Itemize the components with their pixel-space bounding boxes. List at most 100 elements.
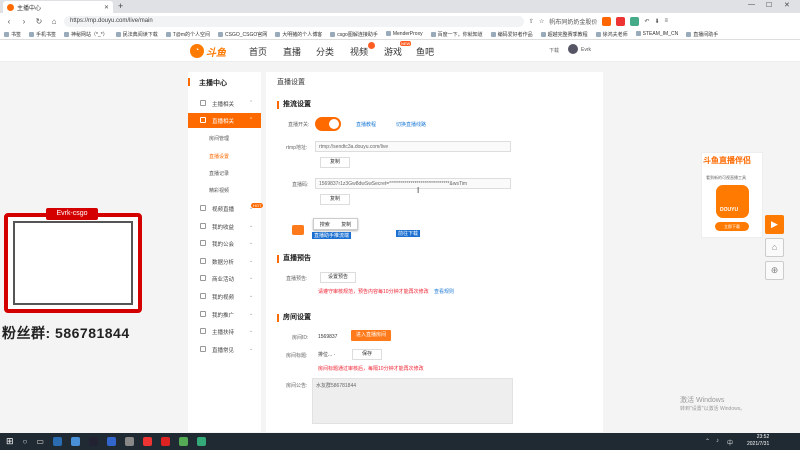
chevron-down-icon[interactable]: ⌄ — [249, 258, 253, 264]
bookmark-item[interactable]: MenderProxy — [386, 31, 423, 37]
bookmark-item[interactable]: 民法典阅读下载 — [116, 31, 158, 38]
browser-tab[interactable]: 主播中心 ✕ — [3, 1, 113, 13]
sidebar-item[interactable]: 我的视频 — [212, 293, 234, 301]
ime-icon[interactable]: 中 — [727, 438, 733, 447]
context-search[interactable]: 搜索 — [320, 221, 330, 228]
ad-download-button[interactable]: 立即下载 — [715, 222, 749, 231]
download-icon[interactable]: ⬇ — [654, 18, 659, 25]
chevron-down-icon[interactable]: ⌄ — [249, 328, 253, 334]
bookmark-item[interactable]: 直播间助手 — [686, 31, 718, 38]
network-icon[interactable]: ⌃ — [705, 438, 710, 445]
sidebar-item[interactable]: 主播扶持 — [212, 328, 234, 336]
reload-icon[interactable]: ↻ — [34, 17, 44, 26]
file-explorer-icon[interactable] — [52, 437, 62, 446]
bookmark-item[interactable]: 超越完整赛季教程 — [541, 31, 588, 38]
sidebar-group-anchor[interactable]: 主播相关 — [212, 100, 234, 108]
copy-rtmp-button[interactable]: 复制 — [320, 157, 350, 168]
bookmark-item[interactable]: CSGO_CSGO官网 — [218, 31, 267, 38]
download-link[interactable]: 下载 — [549, 47, 559, 54]
stream-code-field[interactable]: 1569837r1z3Gw8dwSwSecret=***************… — [315, 178, 511, 189]
nav-category[interactable]: 分类 — [316, 45, 334, 58]
chevron-down-icon[interactable]: ⌄ — [249, 311, 253, 317]
copy-code-button[interactable]: 复制 — [320, 194, 350, 205]
windows-start-icon[interactable]: ⊞ — [6, 436, 14, 447]
room-title-field[interactable]: 排位... · — [315, 349, 351, 360]
app-icon[interactable] — [160, 437, 170, 446]
sidebar-sub-settings[interactable]: 直播设置 — [209, 153, 229, 160]
app-icon[interactable] — [124, 437, 134, 446]
nav-video[interactable]: 视频 — [350, 45, 368, 58]
clock[interactable]: 23:52 2021/7/31 — [747, 434, 769, 448]
app-icon[interactable] — [196, 437, 206, 446]
bookmark-item[interactable]: 编码爱好者作品 — [491, 31, 533, 38]
play-icon[interactable]: ▶ — [765, 215, 784, 234]
bookmark-item[interactable]: 手机书签 — [29, 31, 56, 38]
bookmark-item[interactable]: 百度一下，你就知道 — [431, 31, 483, 38]
extension-icon[interactable] — [602, 16, 612, 26]
search-icon[interactable]: ○ — [23, 437, 28, 446]
sidebar-item[interactable]: 视频直播 — [212, 205, 234, 213]
sidebar-sub-clips[interactable]: 精彩视频 — [209, 187, 229, 194]
maximize-button[interactable]: ☐ — [766, 1, 772, 9]
sidebar-item[interactable]: 我的收益 — [212, 223, 234, 231]
bookmark-item[interactable]: T@m的个人空间 — [166, 31, 210, 38]
switch-line-link[interactable]: 切换直播线路 — [396, 121, 426, 128]
chevron-up-icon[interactable]: ⌃ — [249, 100, 253, 106]
enter-room-button[interactable]: 进入直播房间 — [351, 330, 391, 341]
bookmark-item[interactable]: 徐鸿夫老师 — [596, 31, 628, 38]
nav-live[interactable]: 直播 — [283, 45, 301, 58]
minimize-button[interactable]: — — [748, 1, 755, 8]
app-icon[interactable] — [142, 437, 152, 446]
assistant-download-link[interactable]: 前往下载 — [396, 230, 421, 237]
steam-icon[interactable] — [88, 437, 98, 446]
volume-icon[interactable]: ♪ — [716, 438, 719, 444]
sidebar-sub-records[interactable]: 直播记录 — [209, 170, 229, 177]
tutorial-link[interactable]: 直播教程 — [356, 121, 376, 128]
chevron-down-icon[interactable]: ⌄ — [249, 240, 253, 246]
bookmark-item[interactable]: csgo图解连接助手 — [330, 31, 378, 38]
bookmark-item[interactable]: STEAM_IM_CN — [636, 31, 679, 37]
nav-game[interactable]: 游戏 — [384, 45, 402, 58]
sidebar-item[interactable]: 数据分析 — [212, 258, 234, 266]
bookmark-item[interactable]: 大明猪的个人博客 — [275, 31, 322, 38]
assistant-text[interactable]: 直播助手推流端 — [312, 232, 352, 239]
home-icon[interactable]: ⌂ — [49, 17, 59, 26]
extension-icon[interactable] — [616, 16, 626, 26]
extension-icon[interactable] — [630, 16, 640, 26]
chevron-down-icon[interactable]: ⌄ — [249, 275, 253, 281]
rtmp-field[interactable]: rtmp://sendtc3a.douyu.com/live — [315, 141, 511, 152]
home-float-icon[interactable]: ⌂ — [765, 238, 784, 257]
close-tab-icon[interactable]: ✕ — [104, 4, 109, 11]
app-icon[interactable] — [178, 437, 188, 446]
new-tab-button[interactable]: + — [118, 1, 123, 11]
sidebar-item[interactable]: 商业活动 — [212, 275, 234, 283]
nav-home[interactable]: 首页 — [249, 45, 267, 58]
context-copy[interactable]: 复制 — [341, 221, 351, 228]
douyu-logo[interactable]: ◔ 斗鱼 — [190, 42, 238, 60]
gift-float-icon[interactable]: ⊕ — [765, 261, 784, 280]
sidebar-item[interactable]: 我的公会 — [212, 240, 234, 248]
undo-icon[interactable]: ↶ — [644, 18, 649, 25]
sidebar-item[interactable]: 我的推广 — [212, 311, 234, 319]
close-window-button[interactable]: ✕ — [784, 1, 790, 9]
toolbar-news-text[interactable]: 帆布同奶奶金股价 — [549, 17, 597, 26]
sidebar-item[interactable]: 直播常见 — [212, 346, 234, 354]
username[interactable]: Evrk — [581, 47, 591, 53]
task-view-icon[interactable]: ▭ — [36, 437, 44, 446]
sidebar-sub-room[interactable]: 房间管理 — [209, 135, 229, 142]
star-icon[interactable]: ☆ — [539, 18, 544, 25]
rules-link[interactable]: 查看规则 — [434, 288, 454, 295]
bookmark-item[interactable]: 神秘网站（*_*） — [64, 31, 108, 38]
app-icon[interactable] — [106, 437, 116, 446]
nav-yuba[interactable]: 鱼吧 — [416, 45, 434, 58]
browser-icon[interactable] — [70, 437, 80, 446]
chevron-down-icon[interactable]: ⌄ — [249, 293, 253, 299]
notice-textarea[interactable]: 水友群586781844 — [312, 378, 513, 424]
url-input[interactable]: https://mp.douyu.com/live/main — [64, 15, 524, 27]
chevron-up-icon[interactable]: ⌃ — [249, 117, 253, 123]
avatar[interactable] — [568, 44, 578, 54]
bookmark-item[interactable]: 书签 — [4, 31, 21, 38]
save-title-button[interactable]: 保存 — [352, 349, 382, 360]
menu-icon[interactable]: ≡ — [665, 18, 669, 24]
chevron-down-icon[interactable]: ⌄ — [249, 346, 253, 352]
